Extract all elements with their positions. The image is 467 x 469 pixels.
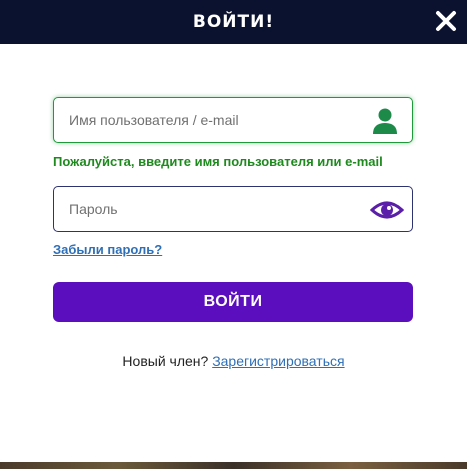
signup-link[interactable]: Зарегистрироваться bbox=[212, 353, 344, 369]
user-icon bbox=[373, 108, 397, 134]
login-button[interactable]: ВОЙТИ bbox=[53, 282, 413, 322]
signup-row: Новый член? Зарегистрироваться bbox=[0, 353, 467, 369]
eye-icon[interactable] bbox=[370, 197, 404, 223]
password-input[interactable] bbox=[69, 187, 359, 231]
forgot-password-link[interactable]: Забыли пароль? bbox=[53, 242, 162, 257]
password-field[interactable] bbox=[53, 186, 413, 232]
background-strip bbox=[0, 462, 467, 469]
modal-header: ВОЙТИ! bbox=[0, 0, 467, 44]
username-field[interactable] bbox=[53, 97, 413, 143]
username-input[interactable] bbox=[69, 98, 359, 142]
validation-error: Пожалуйста, введите имя пользователя или… bbox=[53, 154, 383, 169]
modal-title: ВОЙТИ! bbox=[192, 12, 275, 32]
signup-prompt: Новый член? bbox=[122, 353, 209, 369]
close-icon[interactable] bbox=[434, 9, 458, 33]
